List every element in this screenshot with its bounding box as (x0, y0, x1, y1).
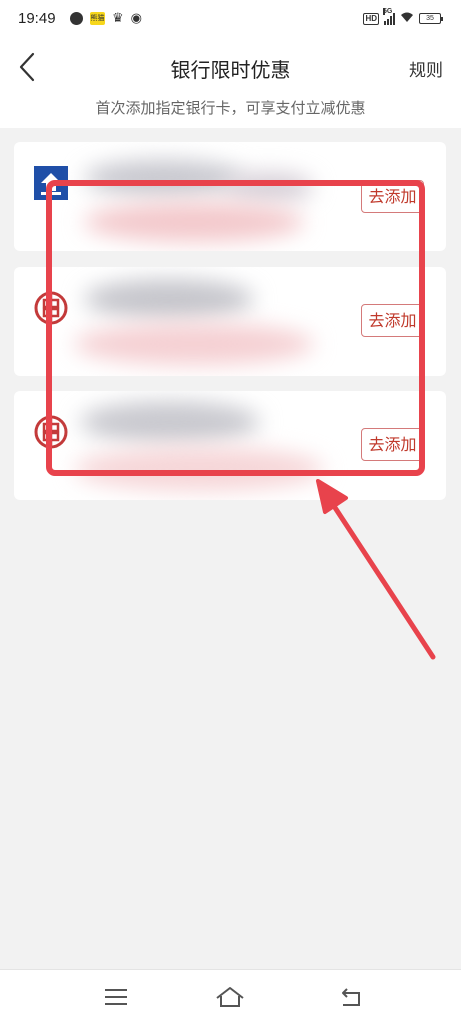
blurred-card-info (74, 323, 314, 365)
annotation-arrow-shaft (327, 497, 436, 660)
red-bank-logo-icon (34, 291, 68, 325)
rules-link[interactable]: 规则 (409, 56, 443, 81)
signal-icon: 5G (383, 7, 395, 25)
back-icon[interactable] (335, 984, 367, 1010)
add-card-button[interactable]: 去添加 (361, 180, 424, 213)
subtitle-banner: 首次添加指定银行卡，可享支付立减优惠 (0, 92, 461, 128)
bank-card-item[interactable]: 去添加 (14, 267, 446, 376)
page-title: 银行限时优惠 (170, 58, 291, 82)
weibo-icon: ◉ (130, 11, 142, 26)
add-card-button[interactable]: 去添加 (361, 304, 424, 337)
news-app-icon: 熊猫 (90, 12, 105, 25)
wifi-icon (400, 12, 414, 25)
add-card-button[interactable]: 去添加 (361, 428, 424, 461)
battery-icon: 35 (419, 13, 443, 24)
chat-bubble-icon (70, 12, 83, 25)
blurred-card-info (84, 160, 244, 196)
menu-icon[interactable] (100, 984, 132, 1010)
system-icons: HD 5G 35 (363, 7, 443, 25)
notification-icons: 熊猫 ♛ ◉ (70, 12, 142, 25)
status-time: 19:49 (18, 10, 56, 27)
blurred-card-info (84, 279, 254, 319)
network-type: 5G (383, 7, 393, 15)
status-bar: 19:49 熊猫 ♛ ◉ HD 5G 35 (0, 0, 461, 42)
crown-icon: ♛ (112, 11, 124, 26)
home-icon[interactable] (214, 984, 246, 1010)
red-bank-logo-icon (34, 415, 68, 449)
system-nav-bar (0, 969, 461, 1024)
nav-bar: 银行限时优惠 规则 (0, 42, 461, 92)
blurred-card-info (80, 401, 260, 443)
blurred-card-info (224, 172, 314, 202)
bank-card-item[interactable]: 去添加 (14, 391, 446, 500)
blurred-card-info (74, 447, 324, 491)
bank-card-item[interactable]: 去添加 (14, 142, 446, 251)
blurred-card-info (84, 202, 304, 242)
blue-bank-logo-icon (34, 166, 68, 200)
hd-icon: HD (363, 12, 379, 25)
subtitle-text: 首次添加指定银行卡，可享支付立减优惠 (95, 99, 366, 117)
